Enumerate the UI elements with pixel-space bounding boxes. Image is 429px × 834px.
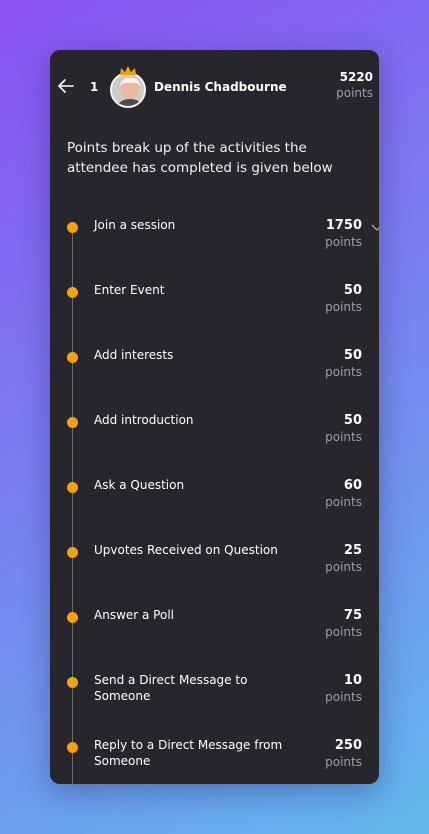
activity-label: Ask a Question	[94, 478, 185, 492]
total-points-label: points	[336, 86, 373, 100]
activity-label: Enter Event	[94, 283, 165, 297]
activity-points: 50 points	[325, 283, 362, 314]
chevron-down-icon[interactable]	[371, 224, 379, 232]
activity-item: Upvotes Received on Question 25 points	[50, 543, 379, 607]
activity-points-value: 10	[343, 673, 362, 688]
activity-label: Add introduction	[94, 413, 194, 427]
leaderboard-detail-card: 1 Dennis Chadbourne 5220 points Points b…	[50, 50, 379, 784]
timeline-dot	[67, 547, 78, 558]
activity-points: 60 points	[325, 478, 362, 509]
activity-points-label: points	[325, 495, 362, 509]
activity-points-label: points	[325, 235, 362, 249]
timeline-dot	[67, 287, 78, 298]
timeline-dot	[67, 352, 78, 363]
timeline-dot	[67, 482, 78, 493]
activity-points: 75 points	[325, 608, 362, 639]
activity-points: 25 points	[325, 543, 362, 574]
activity-points-value: 250	[334, 738, 362, 753]
timeline-dot	[67, 742, 78, 753]
activity-label: Upvotes Received on Question	[94, 543, 278, 557]
activity-points-value: 50	[343, 283, 362, 298]
timeline-dot	[67, 677, 78, 688]
activity-points-value: 25	[343, 543, 362, 558]
activity-item: Answer a Poll 75 points	[50, 608, 379, 672]
total-points-value: 5220	[339, 70, 373, 84]
activity-label: Send a Direct Message to Someone	[94, 673, 248, 703]
activity-points-label: points	[325, 755, 362, 769]
activity-points-label: points	[325, 430, 362, 444]
activity-points-value: 60	[343, 478, 362, 493]
header: 1 Dennis Chadbourne 5220 points	[50, 50, 379, 130]
activity-item[interactable]: Join a session 1750 points	[50, 218, 379, 282]
timeline-dot	[67, 417, 78, 428]
activity-points-label: points	[325, 365, 362, 379]
activity-item: Send a Direct Message to Someone 10 poin…	[50, 673, 379, 737]
activity-points: 1750 points	[325, 218, 362, 249]
back-button[interactable]	[56, 76, 76, 96]
activity-points: 50 points	[325, 413, 362, 444]
activity-item: Ask a Question 60 points	[50, 478, 379, 542]
activity-points-value: 50	[343, 413, 362, 428]
activity-points-value: 75	[343, 608, 362, 623]
total-points: 5220 points	[336, 70, 373, 100]
timeline-dot	[67, 222, 78, 233]
activity-label: Add interests	[94, 348, 174, 362]
attendee-name: Dennis Chadbourne	[154, 80, 287, 94]
activity-label: Answer a Poll	[94, 608, 174, 622]
activity-points-label: points	[325, 690, 362, 704]
activity-points: 50 points	[325, 348, 362, 379]
activity-points-label: points	[325, 625, 362, 639]
intro-text: Points break up of the activities the at…	[67, 140, 333, 176]
activity-points-label: points	[325, 560, 362, 574]
activity-item: Add introduction 50 points	[50, 413, 379, 477]
crown-icon	[120, 66, 136, 75]
rank-number: 1	[90, 80, 99, 94]
timeline-dot	[67, 612, 78, 623]
activity-points: 250 points	[325, 738, 362, 769]
avatar	[110, 72, 146, 108]
activity-points-value: 1750	[325, 218, 362, 233]
activity-item: Add interests 50 points	[50, 348, 379, 412]
activity-item: Enter Event 50 points	[50, 283, 379, 347]
activity-item: Reply to a Direct Message from Someone 2…	[50, 738, 379, 784]
avatar-group	[110, 66, 146, 108]
activity-points-label: points	[325, 300, 362, 314]
activity-points-value: 50	[343, 348, 362, 363]
activity-points: 10 points	[325, 673, 362, 704]
activity-label: Reply to a Direct Message from Someone	[94, 738, 283, 768]
arrow-left-icon	[58, 79, 74, 93]
activity-label: Join a session	[94, 218, 176, 232]
